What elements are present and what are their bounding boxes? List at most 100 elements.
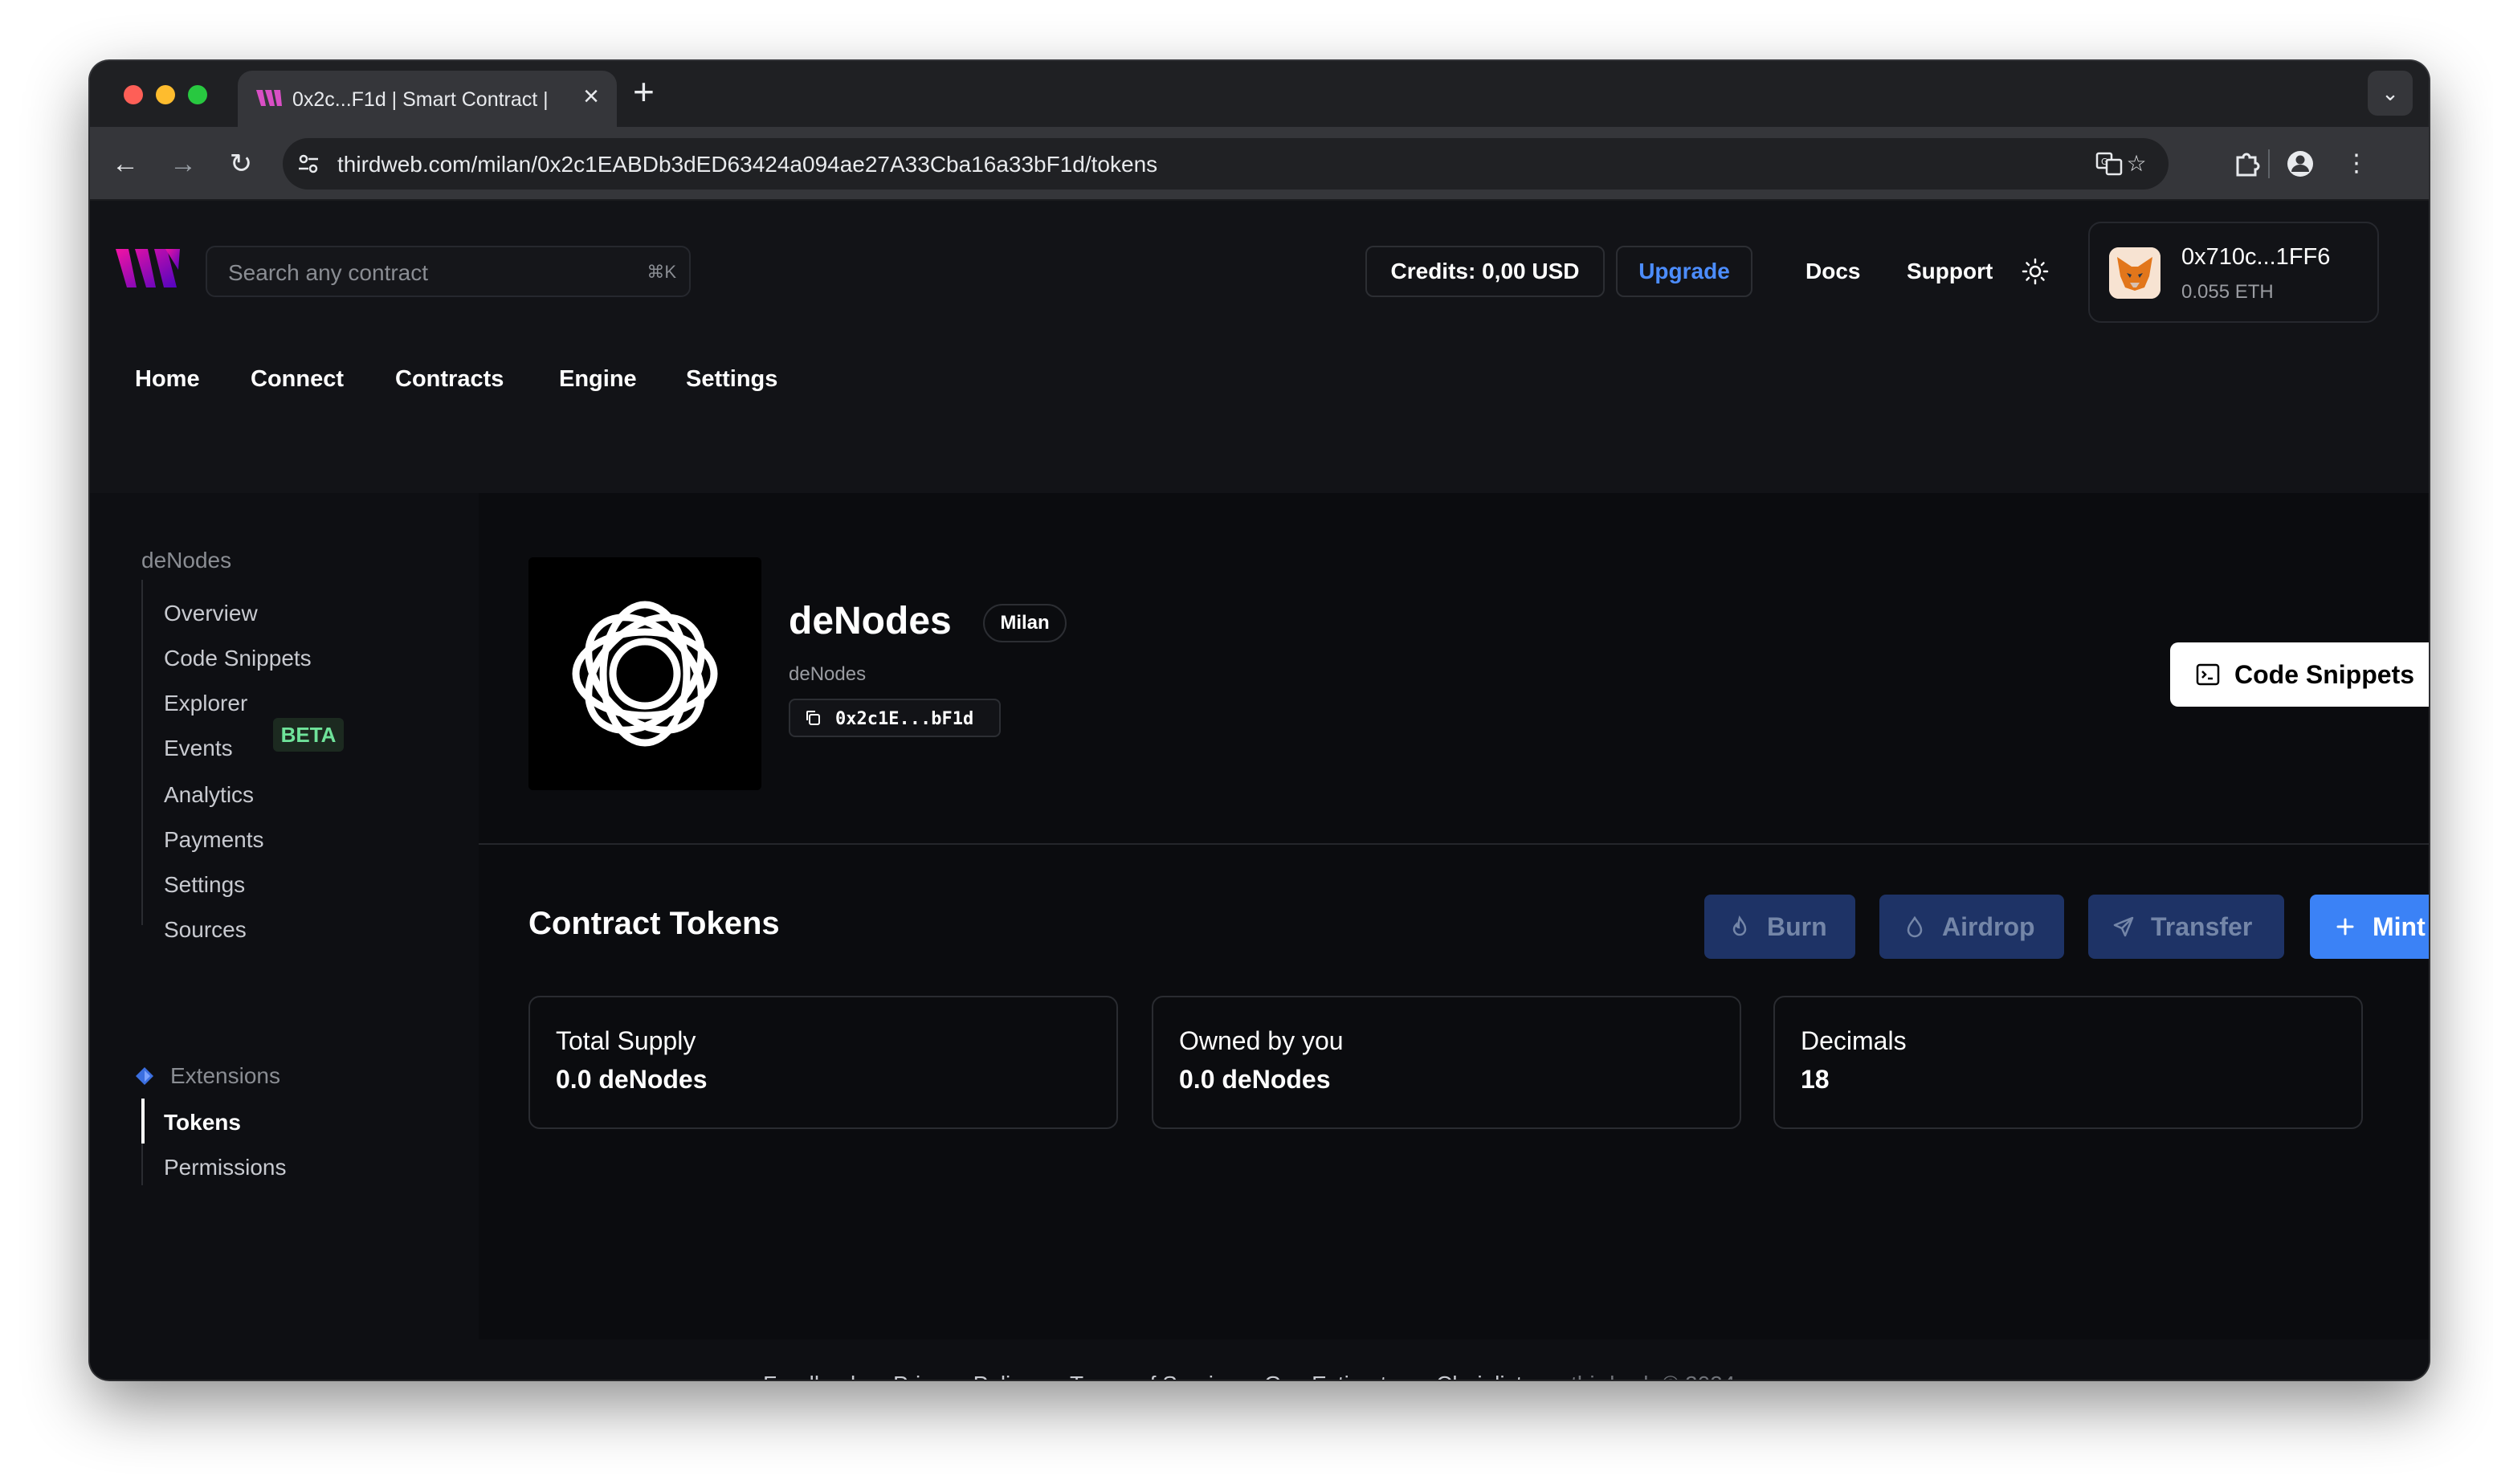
wallet-balance: 0.055 ETH (2181, 281, 2274, 303)
copy-address-button[interactable]: 0x2c1E...bF1d (789, 699, 1001, 737)
address-bar[interactable]: thirdweb.com/milan/0x2c1EABDb3dED63424a0… (283, 138, 2169, 190)
browser-titlebar: 0x2c...F1d | Smart Contract | × + ⌄ (90, 61, 2429, 127)
support-link[interactable]: Support (1907, 259, 1993, 284)
footer-gas-estimator-link[interactable]: Gas Estimator (1264, 1372, 1406, 1380)
contract-subtitle: deNodes (789, 663, 867, 685)
code-snippets-button[interactable]: Code Snippets (2170, 642, 2429, 707)
stat-label: Decimals (1801, 1026, 1907, 1055)
sidebar-item-settings[interactable]: Settings (164, 872, 245, 898)
burn-label: Burn (1767, 912, 1827, 941)
toolbar-divider (2268, 149, 2270, 178)
profile-avatar-icon[interactable] (2284, 148, 2316, 180)
forward-arrow-icon[interactable]: → (167, 148, 199, 180)
stat-label: Total Supply (556, 1026, 696, 1055)
active-indicator (141, 1099, 145, 1144)
nav-engine[interactable]: Engine (559, 366, 637, 393)
maximize-window-button[interactable] (188, 85, 207, 104)
back-arrow-icon[interactable]: ← (109, 148, 141, 180)
footer-copyright: thirdweb © 2024 (1571, 1372, 1735, 1380)
burn-button[interactable]: Burn (1704, 895, 1855, 959)
footer-feedback-link[interactable]: Feedback (763, 1372, 862, 1380)
stat-card-owned: Owned by you 0.0 deNodes (1152, 996, 1741, 1129)
contract-name: deNodes (789, 600, 952, 642)
search-placeholder: Search any contract (228, 260, 429, 285)
nav-contracts[interactable]: Contracts (395, 366, 504, 393)
contract-search-input[interactable]: Search any contract ⌘K (206, 246, 691, 297)
footer-privacy-link[interactable]: Privacy Policy (893, 1372, 1033, 1380)
new-tab-button[interactable]: + (633, 72, 655, 111)
sidebar-item-tokens[interactable]: Tokens (164, 1110, 241, 1135)
reload-icon[interactable]: ↻ (225, 148, 257, 180)
airdrop-button[interactable]: Airdrop (1879, 895, 2064, 959)
search-shortcut-hint: ⌘K (647, 262, 676, 282)
stat-value: 0.0 deNodes (556, 1065, 708, 1094)
extensions-label: Extensions (170, 1063, 280, 1088)
dashboard-header: Search any contract ⌘K Credits: 0,00 USD… (90, 201, 2429, 493)
copy-icon (806, 711, 820, 725)
thirdweb-favicon-icon (256, 90, 282, 106)
send-icon (2113, 916, 2134, 937)
browser-window: 0x2c...F1d | Smart Contract | × + ⌄ ← → … (90, 61, 2429, 1380)
sidebar-item-payments[interactable]: Payments (164, 827, 264, 853)
main-content: deNodes Milan deNodes 0x2c1E...bF1d Code… (479, 493, 2429, 1339)
stat-label: Owned by you (1179, 1026, 1344, 1055)
browser-tab-active[interactable]: 0x2c...F1d | Smart Contract | × (238, 71, 617, 127)
minimize-window-button[interactable] (156, 85, 175, 104)
credits-button[interactable]: Credits: 0,00 USD (1365, 246, 1605, 297)
footer-chainlist-link[interactable]: Chainlist (1436, 1372, 1522, 1380)
chain-badge[interactable]: Milan (983, 604, 1067, 642)
airdrop-label: Airdrop (1942, 912, 2035, 941)
connected-wallet-button[interactable]: 0x710c...1FF6 0.055 ETH (2088, 222, 2379, 323)
metamask-fox-icon (2109, 247, 2160, 299)
stat-card-total-supply: Total Supply 0.0 deNodes (528, 996, 1118, 1129)
extensions-diamond-icon (136, 1067, 153, 1085)
bookmark-star-icon[interactable]: ☆ (2122, 149, 2151, 178)
extensions-puzzle-icon[interactable] (2231, 148, 2263, 180)
wallet-address: 0x710c...1FF6 (2181, 244, 2331, 270)
contract-address: 0x2c1E...bF1d (835, 709, 974, 729)
sidebar-item-events[interactable]: Events (164, 736, 233, 761)
terminal-icon (2196, 663, 2220, 686)
nav-settings[interactable]: Settings (686, 366, 777, 393)
svg-text:G: G (2101, 157, 2108, 167)
url-text: thirdweb.com/milan/0x2c1EABDb3dED63424a0… (337, 152, 1158, 177)
flame-icon (1732, 915, 1747, 936)
sidebar-item-overview[interactable]: Overview (164, 601, 258, 626)
transfer-button[interactable]: Transfer (2088, 895, 2284, 959)
plus-icon (2336, 918, 2354, 936)
contract-tokens-title: Contract Tokens (528, 906, 780, 941)
browser-toolbar: ← → ↻ thirdweb.com/milan/0x2c1EABDb3dED6… (90, 127, 2429, 201)
sidebar-item-code-snippets[interactable]: Code Snippets (164, 646, 312, 671)
docs-link[interactable]: Docs (1805, 259, 1860, 284)
sidebar-item-analytics[interactable]: Analytics (164, 782, 254, 808)
thirdweb-dashboard: Search any contract ⌘K Credits: 0,00 USD… (90, 201, 2429, 1380)
section-divider (479, 843, 2429, 845)
tab-title: 0x2c...F1d | Smart Contract | (292, 88, 549, 111)
transfer-label: Transfer (2151, 912, 2253, 941)
tab-close-icon[interactable]: × (583, 82, 599, 111)
tab-search-button[interactable]: ⌄ (2368, 71, 2413, 116)
stat-card-decimals: Decimals 18 (1773, 996, 2363, 1129)
sidebar-item-permissions[interactable]: Permissions (164, 1155, 286, 1180)
stat-value: 18 (1801, 1065, 1830, 1094)
browser-menu-icon[interactable]: ⋮ (2340, 148, 2373, 180)
sun-theme-toggle-icon[interactable] (2021, 257, 2050, 286)
mint-button[interactable]: Mint (2310, 895, 2429, 959)
site-settings-icon[interactable] (296, 151, 321, 177)
close-window-button[interactable] (124, 85, 143, 104)
sidebar-contract-title: deNodes (141, 548, 232, 573)
translate-icon[interactable]: G (2095, 149, 2124, 178)
mint-label: Mint (2373, 912, 2426, 941)
footer-terms-link[interactable]: Terms of Service (1070, 1372, 1238, 1380)
nav-home[interactable]: Home (135, 366, 200, 393)
upgrade-button[interactable]: Upgrade (1616, 246, 1752, 297)
thirdweb-logo-icon[interactable] (114, 246, 182, 291)
nav-connect[interactable]: Connect (251, 366, 344, 393)
sidebar-guide-line (141, 580, 143, 925)
code-snippets-label: Code Snippets (2234, 660, 2415, 689)
beta-badge: BETA (273, 718, 344, 752)
sidebar-item-sources[interactable]: Sources (164, 917, 247, 943)
sidebar-item-explorer[interactable]: Explorer (164, 691, 247, 716)
contract-logo-image (528, 557, 761, 790)
stat-value: 0.0 deNodes (1179, 1065, 1331, 1094)
